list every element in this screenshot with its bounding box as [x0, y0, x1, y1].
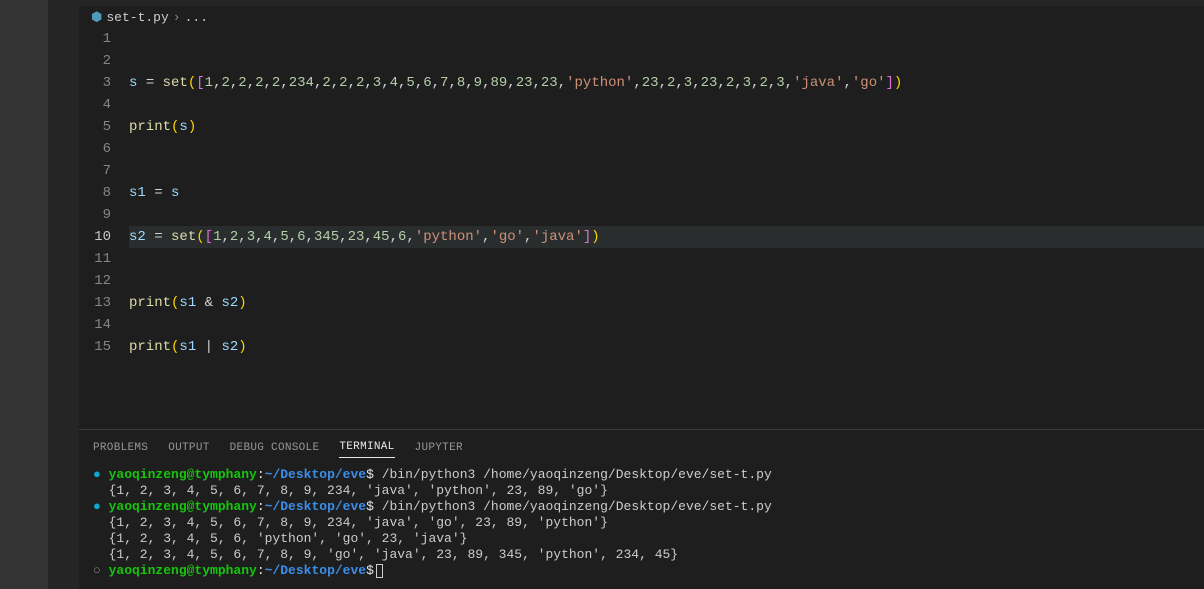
line-number: 7: [79, 160, 111, 182]
line-number: 2: [79, 50, 111, 72]
code-line[interactable]: [129, 94, 1204, 116]
line-number: 9: [79, 204, 111, 226]
code-line[interactable]: [129, 248, 1204, 270]
panel-tab-output[interactable]: OUTPUT: [168, 438, 209, 458]
code-line[interactable]: print(s1 | s2): [129, 336, 1204, 358]
terminal-line: ○ yaoqinzeng@tymphany:~/Desktop/eve$: [93, 563, 1190, 579]
terminal-line: ● yaoqinzeng@tymphany:~/Desktop/eve$ /bi…: [93, 467, 1190, 483]
terminal-line: {1, 2, 3, 4, 5, 6, 7, 8, 9, 234, 'java',…: [93, 483, 1190, 499]
side-panel[interactable]: [48, 0, 79, 589]
panel-tab-debug-console[interactable]: DEBUG CONSOLE: [230, 438, 320, 458]
activity-bar[interactable]: [0, 0, 48, 589]
line-number-gutter: 123456789101112131415: [79, 28, 129, 429]
line-number: 8: [79, 182, 111, 204]
line-number: 13: [79, 292, 111, 314]
code-line[interactable]: [129, 138, 1204, 160]
code-line[interactable]: [129, 50, 1204, 72]
code-line[interactable]: print(s1 & s2): [129, 292, 1204, 314]
terminal-cursor: [376, 564, 383, 578]
code-line[interactable]: [129, 270, 1204, 292]
code-line[interactable]: s1 = s: [129, 182, 1204, 204]
code-line[interactable]: [129, 314, 1204, 336]
code-line[interactable]: print(s): [129, 116, 1204, 138]
code-line[interactable]: [129, 160, 1204, 182]
terminal-line: ● yaoqinzeng@tymphany:~/Desktop/eve$ /bi…: [93, 499, 1190, 515]
terminal-line: {1, 2, 3, 4, 5, 6, 7, 8, 9, 'go', 'java'…: [93, 547, 1190, 563]
line-number: 3: [79, 72, 111, 94]
line-number: 5: [79, 116, 111, 138]
code-editor[interactable]: 123456789101112131415 s = set([1,2,2,2,2…: [79, 28, 1204, 429]
panel-tab-terminal[interactable]: TERMINAL: [339, 437, 394, 458]
line-number: 4: [79, 94, 111, 116]
line-number: 14: [79, 314, 111, 336]
line-number: 10: [79, 226, 111, 248]
bottom-panel: PROBLEMS OUTPUT DEBUG CONSOLE TERMINAL JUPYT…: [79, 429, 1204, 589]
line-number: 1: [79, 28, 111, 50]
code-line[interactable]: [129, 204, 1204, 226]
main-area: ⬢ set-t.py › ... 123456789101112131415 s…: [79, 0, 1204, 589]
code-line[interactable]: [129, 28, 1204, 50]
breadcrumb-separator: ›: [173, 10, 181, 25]
line-number: 11: [79, 248, 111, 270]
python-file-icon: ⬢: [91, 10, 102, 25]
code-line[interactable]: s = set([1,2,2,2,2,234,2,2,2,3,4,5,6,7,8…: [129, 72, 1204, 94]
code-content[interactable]: s = set([1,2,2,2,2,234,2,2,2,3,4,5,6,7,8…: [129, 28, 1204, 429]
line-number: 6: [79, 138, 111, 160]
terminal-line: {1, 2, 3, 4, 5, 6, 7, 8, 9, 234, 'java',…: [93, 515, 1190, 531]
breadcrumb-trail: ...: [185, 10, 208, 25]
line-number: 12: [79, 270, 111, 292]
line-number: 15: [79, 336, 111, 358]
panel-tabs: PROBLEMS OUTPUT DEBUG CONSOLE TERMINAL JUPYT…: [79, 430, 1204, 465]
terminal-output[interactable]: ● yaoqinzeng@tymphany:~/Desktop/eve$ /bi…: [79, 465, 1204, 589]
breadcrumb-filename: set-t.py: [106, 10, 168, 25]
terminal-line: {1, 2, 3, 4, 5, 6, 'python', 'go', 23, '…: [93, 531, 1190, 547]
breadcrumb[interactable]: ⬢ set-t.py › ...: [79, 6, 1204, 28]
code-line[interactable]: s2 = set([1,2,3,4,5,6,345,23,45,6,'pytho…: [129, 226, 1204, 248]
panel-tab-problems[interactable]: PROBLEMS: [93, 438, 148, 458]
panel-tab-jupyter[interactable]: JUPYTER: [415, 438, 463, 458]
